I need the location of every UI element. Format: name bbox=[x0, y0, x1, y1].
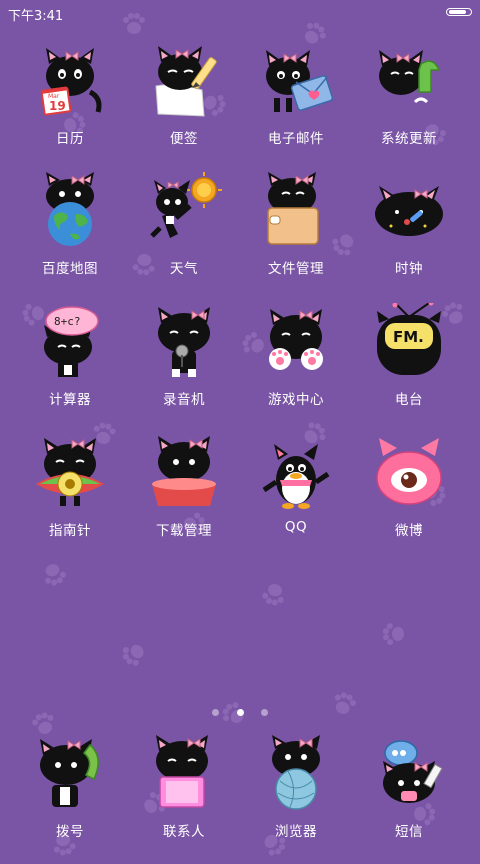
dock-app-browser[interactable]: 浏览器 bbox=[241, 735, 351, 853]
app-notes[interactable]: 便签 bbox=[129, 42, 239, 160]
app-label: 指南针 bbox=[49, 523, 91, 539]
app-email[interactable]: 电子邮件 bbox=[241, 42, 351, 160]
app-download-manager[interactable]: 下载管理 bbox=[129, 434, 239, 552]
page-dot-2-active[interactable] bbox=[236, 709, 244, 716]
radio-fm-text: FM. bbox=[393, 328, 424, 346]
app-label: 系统更新 bbox=[381, 131, 437, 147]
clock-cat-icon bbox=[375, 186, 443, 236]
app-label: 下载管理 bbox=[156, 523, 212, 539]
recorder-mic-cat-icon bbox=[158, 307, 210, 377]
app-label: 拨号 bbox=[56, 824, 84, 840]
app-calendar[interactable]: Mar 19 日历 bbox=[15, 42, 125, 160]
app-system-update[interactable]: 系统更新 bbox=[354, 42, 464, 160]
battery-icon bbox=[446, 8, 472, 16]
phone-dialer-cat-icon bbox=[40, 739, 99, 807]
battery-fill bbox=[449, 10, 466, 14]
app-label: 百度地图 bbox=[42, 261, 98, 277]
app-label: 天气 bbox=[170, 261, 198, 277]
app-compass[interactable]: 指南针 bbox=[15, 434, 125, 552]
app-recorder[interactable]: 录音机 bbox=[129, 303, 239, 421]
app-label: 日历 bbox=[56, 131, 84, 147]
radio-fm-icon: FM. bbox=[377, 303, 441, 375]
app-label: 短信 bbox=[395, 824, 423, 840]
dock-app-messages[interactable]: 短信 bbox=[354, 735, 464, 853]
paw-print-decoration bbox=[114, 634, 153, 673]
app-label: QQ bbox=[284, 519, 308, 535]
app-qq[interactable]: QQ bbox=[241, 434, 351, 552]
game-center-paws-cat-icon bbox=[269, 309, 323, 370]
app-label: 文件管理 bbox=[268, 261, 324, 277]
paw-print-decoration bbox=[36, 556, 72, 592]
app-label: 联系人 bbox=[163, 824, 205, 840]
app-label: 时钟 bbox=[395, 261, 423, 277]
app-clock[interactable]: 时钟 bbox=[354, 172, 464, 290]
app-label: 录音机 bbox=[163, 392, 205, 408]
messages-bubble-cat-icon bbox=[383, 740, 443, 803]
download-bowl-cat-icon bbox=[152, 436, 216, 506]
calculator-cat-icon: 8+c? bbox=[44, 306, 99, 377]
compass-cat-icon bbox=[36, 438, 104, 506]
browser-yarn-cat-icon bbox=[272, 735, 320, 810]
system-update-cat-icon bbox=[379, 50, 441, 104]
app-calculator[interactable]: 8+c? 计算器 bbox=[15, 303, 125, 421]
app-weibo[interactable]: 微博 bbox=[354, 434, 464, 552]
app-label: 计算器 bbox=[49, 392, 91, 408]
qq-penguin-icon bbox=[262, 444, 330, 509]
contacts-book-cat-icon bbox=[156, 735, 208, 808]
app-label: 电子邮件 bbox=[268, 131, 324, 147]
weather-sun-cat-icon bbox=[150, 172, 222, 238]
email-cat-icon bbox=[266, 50, 334, 112]
status-bar: 下午3:41 bbox=[0, 0, 480, 26]
app-label: 浏览器 bbox=[275, 824, 317, 840]
app-label: 电台 bbox=[395, 392, 423, 408]
app-game-center[interactable]: 游戏中心 bbox=[241, 303, 351, 421]
app-file-manager[interactable]: 文件管理 bbox=[241, 172, 351, 290]
map-globe-cat-icon bbox=[46, 172, 94, 246]
paw-print-decoration bbox=[380, 620, 408, 648]
page-dot-1[interactable] bbox=[212, 709, 220, 716]
app-label: 微博 bbox=[395, 523, 423, 539]
dock-app-dialer[interactable]: 拨号 bbox=[15, 735, 125, 853]
app-radio[interactable]: FM. 电台 bbox=[354, 303, 464, 421]
paw-print-decoration bbox=[257, 577, 291, 611]
calendar-cat-icon: Mar 19 bbox=[40, 48, 102, 116]
app-label: 游戏中心 bbox=[268, 392, 324, 408]
page-indicator[interactable] bbox=[0, 701, 480, 716]
calendar-day-text: 19 bbox=[49, 99, 66, 113]
calculator-bubble-text: 8+c? bbox=[54, 315, 81, 328]
app-weather[interactable]: 天气 bbox=[129, 172, 239, 290]
dock-app-contacts[interactable]: 联系人 bbox=[129, 735, 239, 853]
page-dot-3[interactable] bbox=[260, 709, 268, 716]
notes-cat-icon bbox=[155, 46, 217, 117]
file-box-cat-icon bbox=[267, 172, 319, 245]
status-time: 下午3:41 bbox=[8, 9, 64, 24]
app-label: 便签 bbox=[170, 131, 198, 147]
weibo-eye-icon bbox=[376, 438, 442, 505]
app-baidu-map[interactable]: 百度地图 bbox=[15, 172, 125, 290]
